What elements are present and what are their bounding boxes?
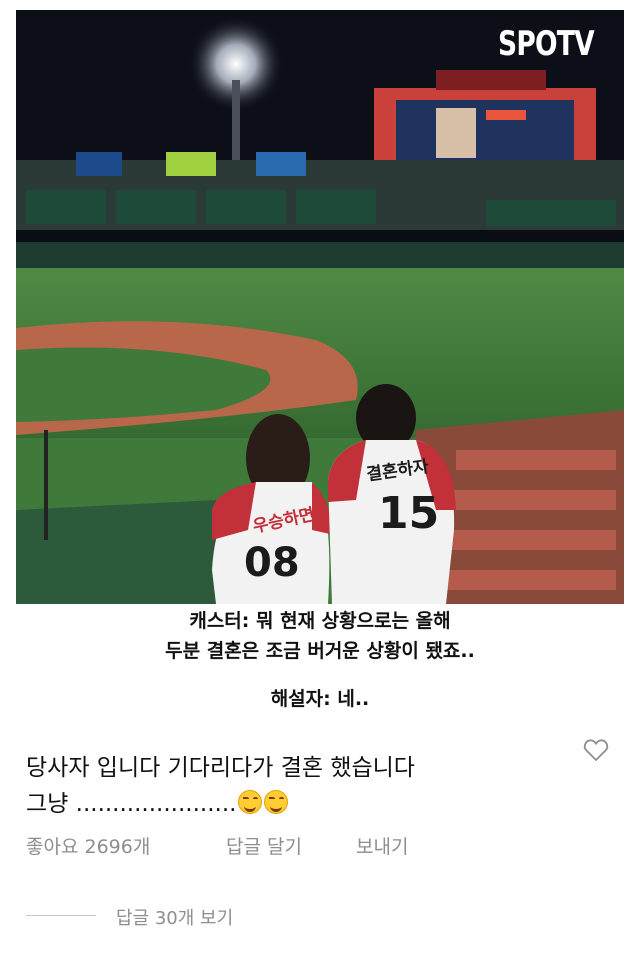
caption-line-3: 해설자: 네..: [270, 688, 370, 710]
spotv-watermark: SPOTV: [498, 24, 595, 64]
comment-line-2-wrap: 그냥 ......................: [26, 786, 566, 822]
send-button[interactable]: 보내기: [356, 832, 408, 859]
view-replies-label[interactable]: 답글 30개 보기: [116, 904, 233, 930]
likes-count[interactable]: 좋아요 2696개: [26, 832, 150, 859]
laughing-emoji-icon: [238, 790, 263, 814]
broadcast-image: SPOTV 우승하면 08 결혼하자 15: [16, 10, 624, 604]
heart-icon[interactable]: [583, 738, 609, 762]
caption-line-1: 캐스터: 뭐 현재 상황으로는 올해: [189, 610, 451, 632]
replies-divider: [26, 915, 96, 916]
reply-button[interactable]: 답글 달기: [226, 832, 302, 859]
comment-line-1: 당사자 입니다 기다리다가 결혼 했습니다: [26, 755, 415, 781]
comment-body: 당사자 입니다 기다리다가 결혼 했습니다 그냥 ...............…: [26, 750, 566, 822]
laughing-emoji-icon: [264, 790, 289, 814]
caption-line-2: 두분 결혼은 조금 버거운 상황이 됐죠..: [165, 640, 475, 662]
jersey-left-number: 08: [244, 540, 300, 586]
comment-line-2: 그냥 ......................: [26, 791, 237, 817]
jersey-right-number: 15: [378, 488, 440, 539]
stadium-scene: [16, 10, 624, 604]
